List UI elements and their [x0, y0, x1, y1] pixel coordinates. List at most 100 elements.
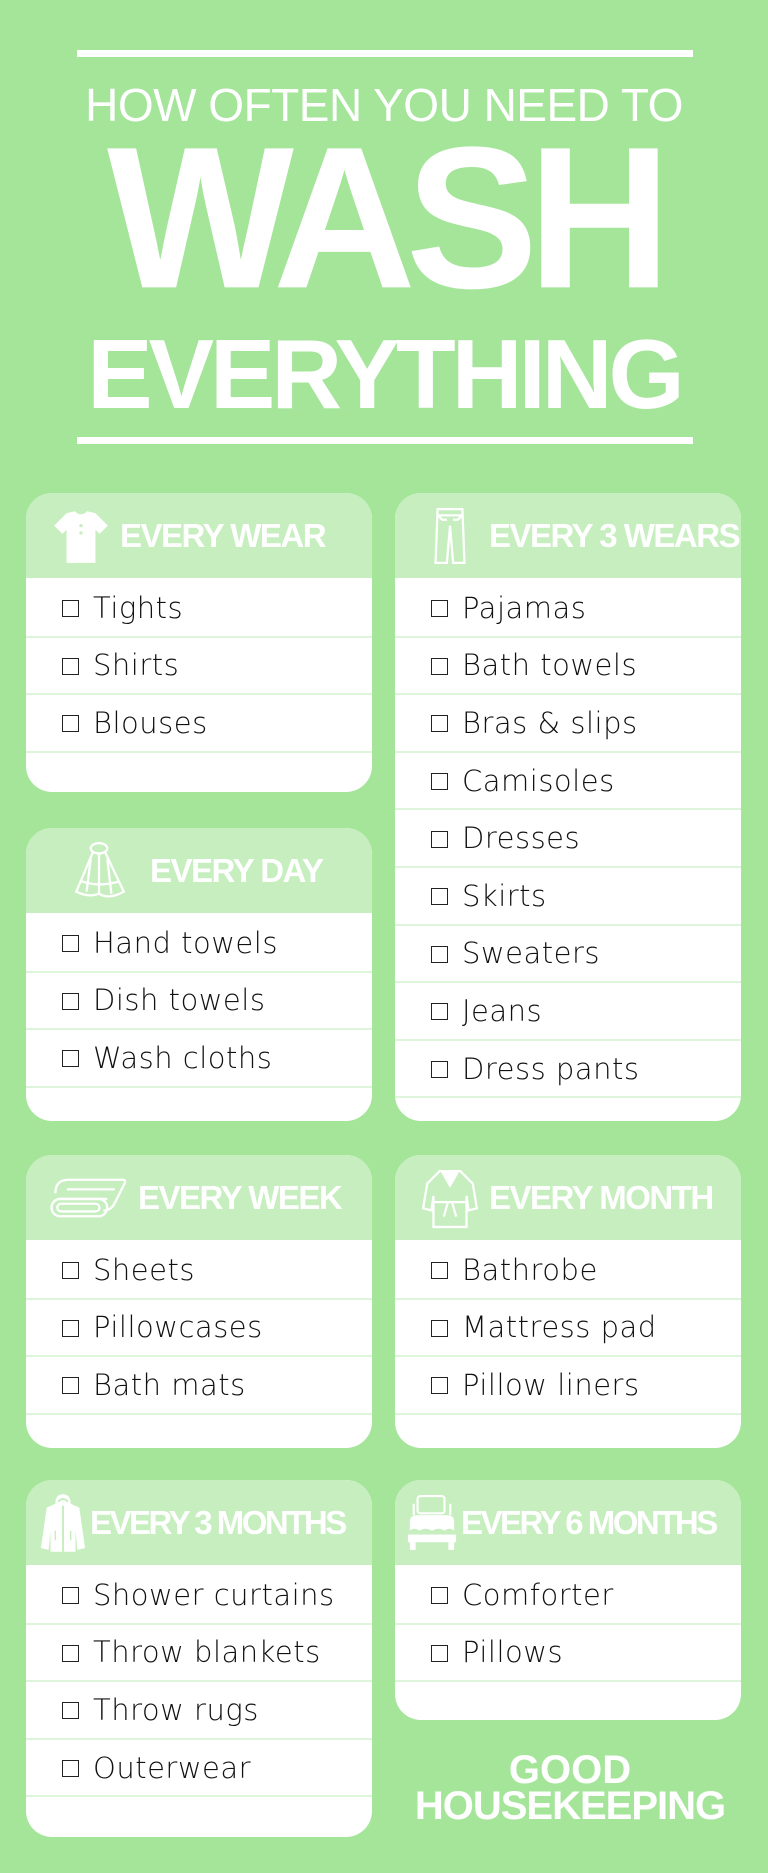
item-label: Pillowcases [93, 1310, 263, 1345]
bathrobe-icon [417, 1165, 483, 1231]
card-header: EVERY WEAR [26, 493, 372, 578]
checkbox[interactable] [431, 1061, 448, 1079]
checklist-item[interactable]: Throw blankets [26, 1625, 372, 1683]
bed-icon [405, 1490, 459, 1556]
card-title: EVERY 3 WEARS [489, 516, 741, 554]
checklist-item[interactable]: Skirts [395, 868, 741, 926]
logo-line-1: GOOD [508, 1748, 632, 1792]
checkbox[interactable] [62, 935, 79, 953]
item-label: Dish towels [93, 983, 266, 1018]
checkbox[interactable] [431, 1262, 448, 1280]
card-every-day: EVERY DAY Hand towels Dish towels Wash c… [26, 828, 372, 1121]
checklist: Shower curtains Throw blankets Throw rug… [26, 1565, 372, 1798]
card-header: EVERY MONTH [395, 1155, 741, 1240]
checklist-item[interactable]: Tights [26, 580, 372, 638]
checkbox[interactable] [431, 1644, 448, 1662]
checklist-item[interactable]: Blouses [26, 695, 372, 753]
checklist-item[interactable]: Jeans [395, 983, 741, 1041]
item-label: Camisoles [462, 763, 615, 798]
checklist-item[interactable]: Mattress pad [395, 1300, 741, 1358]
checklist-item[interactable]: Dress pants [395, 1041, 741, 1099]
checkbox[interactable] [62, 657, 79, 675]
jacket-icon [38, 1490, 88, 1556]
checkbox[interactable] [62, 1377, 79, 1395]
checklist-item[interactable]: Outerwear [26, 1740, 372, 1798]
item-label: Bath mats [93, 1367, 246, 1402]
item-label: Throw blankets [93, 1635, 321, 1670]
checklist-item[interactable]: Throw rugs [26, 1682, 372, 1740]
checkbox[interactable] [62, 1319, 79, 1337]
checklist-item[interactable]: Bathrobe [395, 1242, 741, 1300]
card-every-month: EVERY MONTH Bathrobe Mattress pad Pillow… [395, 1155, 741, 1448]
checkbox[interactable] [62, 1702, 79, 1720]
card-every-6-months: EVERY 6 MONTHS Comforter Pillows [395, 1480, 741, 1720]
checkbox[interactable] [62, 1262, 79, 1280]
checklist-item[interactable]: Pillowcases [26, 1300, 372, 1358]
checklist-item[interactable]: Wash cloths [26, 1030, 372, 1088]
checkbox[interactable] [431, 945, 448, 963]
item-label: Throw rugs [93, 1692, 259, 1727]
card-every-week: EVERY WEEK Sheets Pillowcases Bath mats [26, 1155, 372, 1448]
pants-icon [417, 503, 483, 569]
checklist-item[interactable]: Bath mats [26, 1357, 372, 1415]
checklist-item[interactable]: Shower curtains [26, 1567, 372, 1625]
checkbox[interactable] [431, 1003, 448, 1021]
item-label: Shirts [93, 648, 180, 683]
checkbox[interactable] [431, 715, 448, 733]
checklist: Bathrobe Mattress pad Pillow liners [395, 1240, 741, 1415]
checkbox[interactable] [431, 830, 448, 848]
checklist-item[interactable]: Comforter [395, 1567, 741, 1625]
item-label: Shower curtains [93, 1577, 335, 1612]
checkbox[interactable] [62, 715, 79, 733]
card-title: EVERY 6 MONTHS [461, 1503, 718, 1541]
checklist-item[interactable]: Sweaters [395, 926, 741, 984]
item-label: Tights [93, 590, 184, 625]
item-label: Dresses [462, 821, 581, 856]
checkbox[interactable] [431, 600, 448, 618]
checklist-item[interactable]: Shirts [26, 638, 372, 696]
checkbox[interactable] [431, 1587, 448, 1605]
card-every-3-months: EVERY 3 MONTHS Shower curtains Throw bla… [26, 1480, 372, 1837]
item-label: Pillows [462, 1635, 564, 1670]
checklist-item[interactable]: Sheets [26, 1242, 372, 1300]
checkbox[interactable] [431, 1377, 448, 1395]
item-label: Bathrobe [462, 1252, 598, 1287]
checkbox[interactable] [62, 1644, 79, 1662]
title-main: WASH [107, 104, 671, 331]
t-shirt-icon [48, 503, 114, 569]
card-every-wear: EVERY WEAR Tights Shirts Blouses [26, 493, 372, 792]
checklist-item[interactable]: Pillows [395, 1625, 741, 1683]
checklist-item[interactable]: Bras & slips [395, 695, 741, 753]
checkbox[interactable] [431, 657, 448, 675]
card-title: EVERY MONTH [489, 1178, 714, 1216]
item-label: Hand towels [93, 925, 278, 960]
checkbox[interactable] [62, 1760, 79, 1778]
item-label: Mattress pad [462, 1310, 657, 1345]
card-header: EVERY 6 MONTHS [395, 1480, 741, 1565]
item-label: Jeans [462, 993, 543, 1028]
item-label: Bath towels [462, 648, 638, 683]
checklist-item[interactable]: Dish towels [26, 973, 372, 1031]
checklist-item[interactable]: Bath towels [395, 638, 741, 696]
item-label: Comforter [462, 1577, 614, 1612]
checklist-item[interactable]: Hand towels [26, 915, 372, 973]
folded-sheets-icon [46, 1165, 130, 1231]
checkbox[interactable] [62, 600, 79, 618]
checklist: Comforter Pillows [395, 1565, 741, 1683]
card-every-3-wears: EVERY 3 WEARS Pajamas Bath towels Bras &… [395, 493, 741, 1121]
top-divider [77, 50, 693, 57]
checkbox[interactable] [62, 992, 79, 1010]
checklist-item[interactable]: Camisoles [395, 753, 741, 811]
checklist-item[interactable]: Pillow liners [395, 1357, 741, 1415]
card-title: EVERY WEEK [138, 1178, 343, 1216]
checkbox[interactable] [431, 773, 448, 791]
checklist-item[interactable]: Pajamas [395, 580, 741, 638]
checklist: Sheets Pillowcases Bath mats [26, 1240, 372, 1415]
checkbox[interactable] [431, 1319, 448, 1337]
checkbox[interactable] [431, 888, 448, 906]
checkbox[interactable] [62, 1050, 79, 1068]
checklist-item[interactable]: Dresses [395, 810, 741, 868]
item-label: Outerwear [93, 1750, 252, 1785]
checkbox[interactable] [62, 1587, 79, 1605]
card-header: EVERY 3 WEARS [395, 493, 741, 578]
